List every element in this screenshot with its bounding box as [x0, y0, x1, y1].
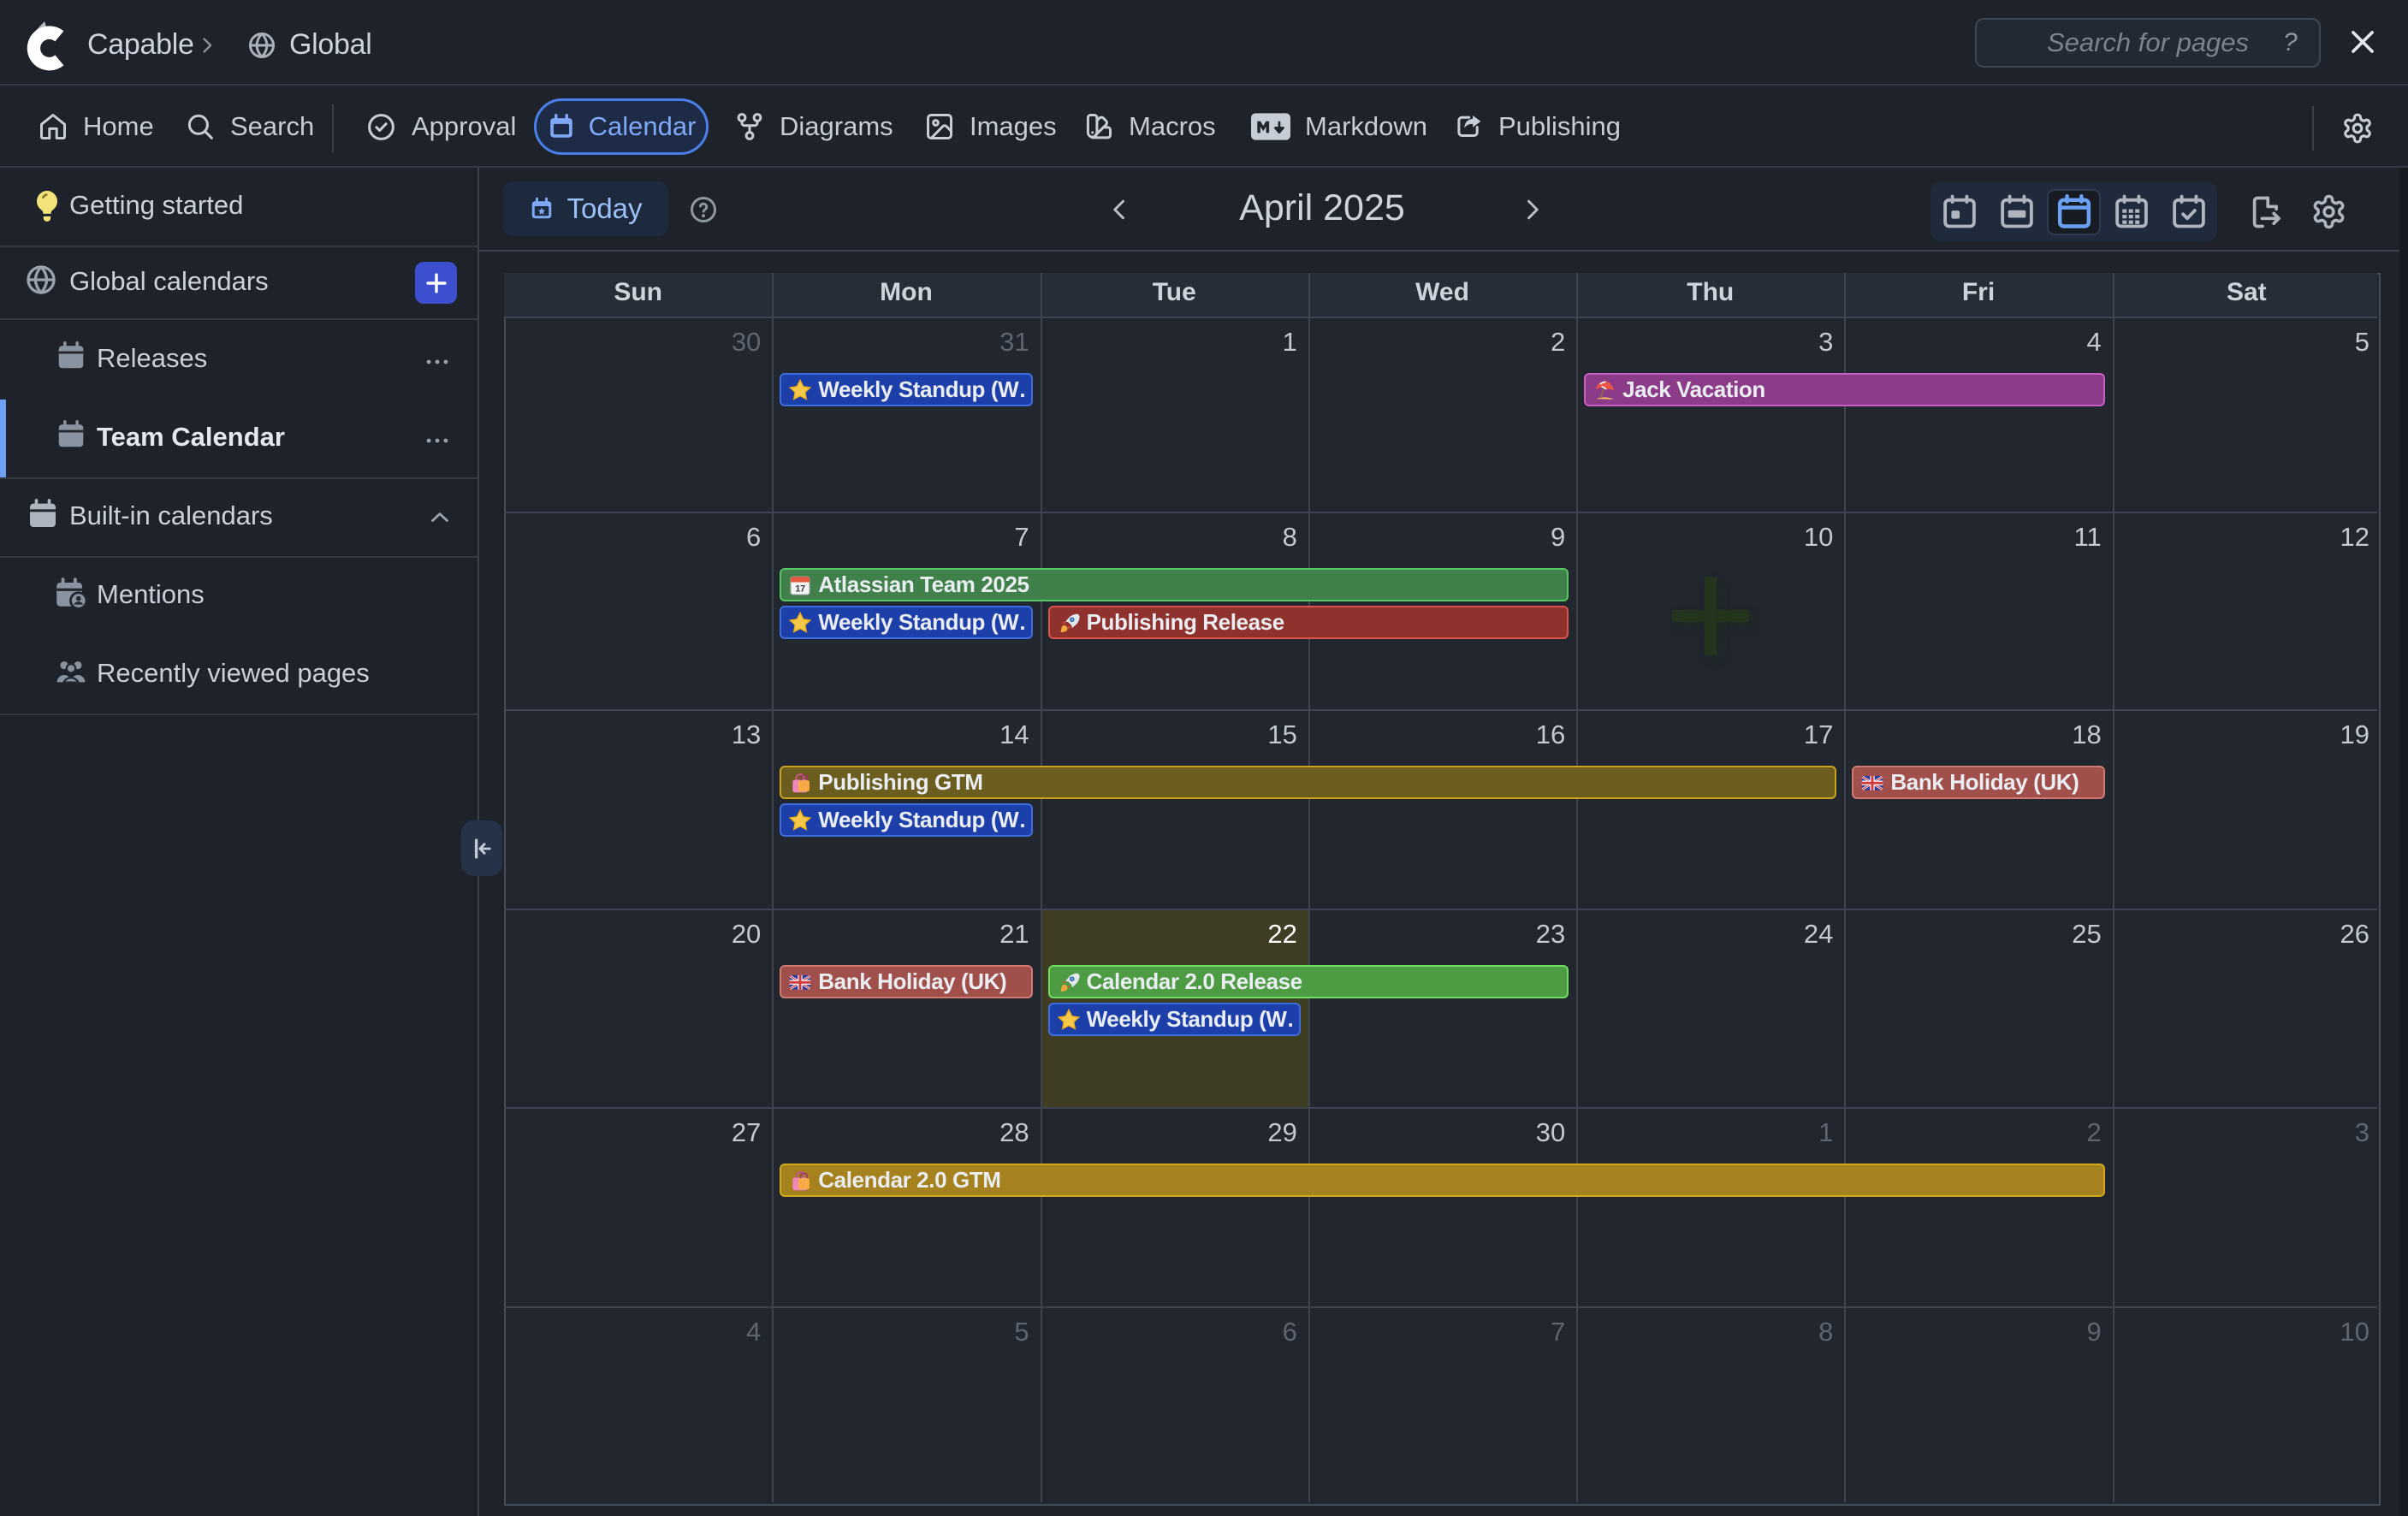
svg-text:17: 17	[796, 583, 806, 594]
